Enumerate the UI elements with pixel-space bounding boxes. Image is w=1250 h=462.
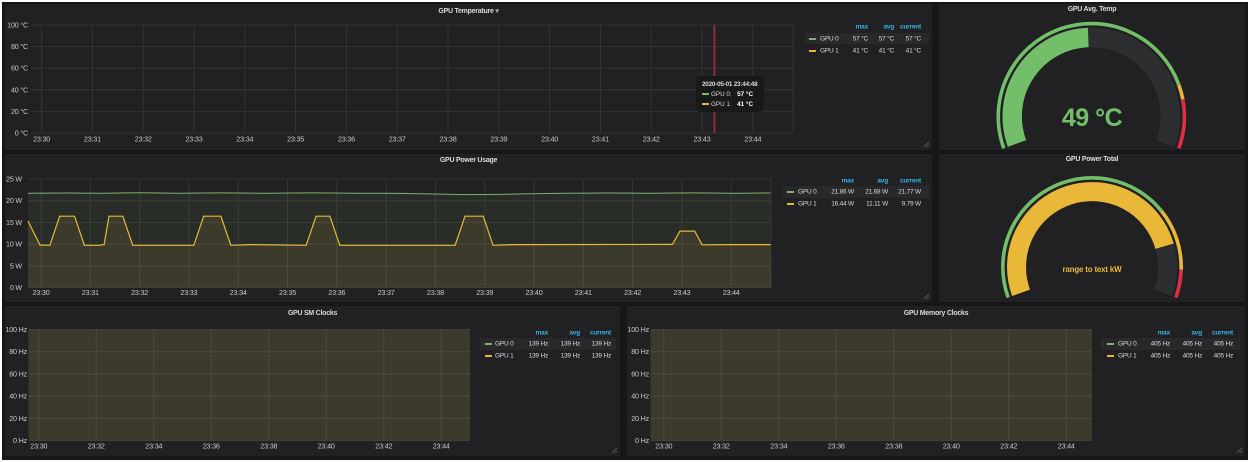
svg-text:100 °C: 100 °C xyxy=(7,21,28,30)
svg-text:23:36: 23:36 xyxy=(328,288,345,297)
svg-text:20 W: 20 W xyxy=(6,196,22,205)
svg-text:100 Hz: 100 Hz xyxy=(5,325,27,334)
svg-text:23:42: 23:42 xyxy=(1000,442,1017,451)
svg-text:23:34: 23:34 xyxy=(236,135,253,144)
svg-text:23:32: 23:32 xyxy=(131,288,148,297)
svg-text:23:36: 23:36 xyxy=(338,135,355,144)
svg-text:23:43: 23:43 xyxy=(673,288,690,297)
svg-text:20 Hz: 20 Hz xyxy=(631,414,649,423)
svg-text:23:32: 23:32 xyxy=(135,135,152,144)
svg-text:23:39: 23:39 xyxy=(476,288,493,297)
svg-text:23:41: 23:41 xyxy=(592,135,609,144)
svg-text:23:35: 23:35 xyxy=(279,288,296,297)
svg-text:23:44: 23:44 xyxy=(744,135,761,144)
svg-text:23:31: 23:31 xyxy=(84,135,101,144)
svg-text:23:40: 23:40 xyxy=(541,135,558,144)
svg-text:23:41: 23:41 xyxy=(575,288,592,297)
svg-text:0 °C: 0 °C xyxy=(15,129,28,138)
svg-text:100 Hz: 100 Hz xyxy=(627,325,649,334)
svg-text:60 Hz: 60 Hz xyxy=(631,370,649,379)
svg-text:23:30: 23:30 xyxy=(30,442,47,451)
svg-text:23:37: 23:37 xyxy=(389,135,406,144)
svg-text:23:32: 23:32 xyxy=(713,442,730,451)
svg-text:23:32: 23:32 xyxy=(88,442,105,451)
svg-text:23:42: 23:42 xyxy=(624,288,641,297)
svg-text:23:36: 23:36 xyxy=(203,442,220,451)
svg-text:5 W: 5 W xyxy=(10,261,23,270)
svg-text:23:31: 23:31 xyxy=(82,288,99,297)
svg-text:23:34: 23:34 xyxy=(770,442,787,451)
svg-text:23:40: 23:40 xyxy=(526,288,543,297)
svg-text:15 W: 15 W xyxy=(6,218,22,227)
svg-text:20 °C: 20 °C xyxy=(11,107,28,116)
svg-text:23:30: 23:30 xyxy=(655,442,672,451)
svg-text:80 Hz: 80 Hz xyxy=(9,347,27,356)
svg-text:23:33: 23:33 xyxy=(186,135,203,144)
svg-text:23:39: 23:39 xyxy=(490,135,507,144)
svg-text:23:40: 23:40 xyxy=(318,442,335,451)
svg-text:23:37: 23:37 xyxy=(378,288,395,297)
svg-text:23:38: 23:38 xyxy=(885,442,902,451)
svg-text:23:42: 23:42 xyxy=(375,442,392,451)
svg-text:23:33: 23:33 xyxy=(180,288,197,297)
svg-text:23:42: 23:42 xyxy=(643,135,660,144)
svg-text:23:38: 23:38 xyxy=(440,135,457,144)
svg-text:10 W: 10 W xyxy=(6,240,22,249)
svg-text:23:35: 23:35 xyxy=(287,135,304,144)
svg-text:23:30: 23:30 xyxy=(33,135,50,144)
svg-text:23:44: 23:44 xyxy=(1058,442,1075,451)
svg-text:20 Hz: 20 Hz xyxy=(9,414,27,423)
svg-text:0 Hz: 0 Hz xyxy=(13,436,28,445)
svg-text:23:34: 23:34 xyxy=(145,442,162,451)
svg-text:23:34: 23:34 xyxy=(230,288,247,297)
svg-text:40 °C: 40 °C xyxy=(11,85,28,94)
svg-text:23:30: 23:30 xyxy=(33,288,50,297)
svg-text:0 Hz: 0 Hz xyxy=(635,436,650,445)
svg-text:23:44: 23:44 xyxy=(433,442,450,451)
svg-text:80 °C: 80 °C xyxy=(11,42,28,51)
svg-text:80 Hz: 80 Hz xyxy=(631,347,649,356)
svg-text:23:40: 23:40 xyxy=(943,442,960,451)
svg-text:40 Hz: 40 Hz xyxy=(631,392,649,401)
svg-text:23:36: 23:36 xyxy=(828,442,845,451)
svg-text:23:38: 23:38 xyxy=(260,442,277,451)
svg-text:23:38: 23:38 xyxy=(427,288,444,297)
svg-text:23:44: 23:44 xyxy=(723,288,740,297)
svg-text:60 Hz: 60 Hz xyxy=(9,370,27,379)
svg-text:40 Hz: 40 Hz xyxy=(9,392,27,401)
svg-text:0 W: 0 W xyxy=(10,283,23,292)
svg-text:25 W: 25 W xyxy=(6,175,22,184)
svg-text:60 °C: 60 °C xyxy=(11,64,28,73)
svg-text:23:43: 23:43 xyxy=(694,135,711,144)
